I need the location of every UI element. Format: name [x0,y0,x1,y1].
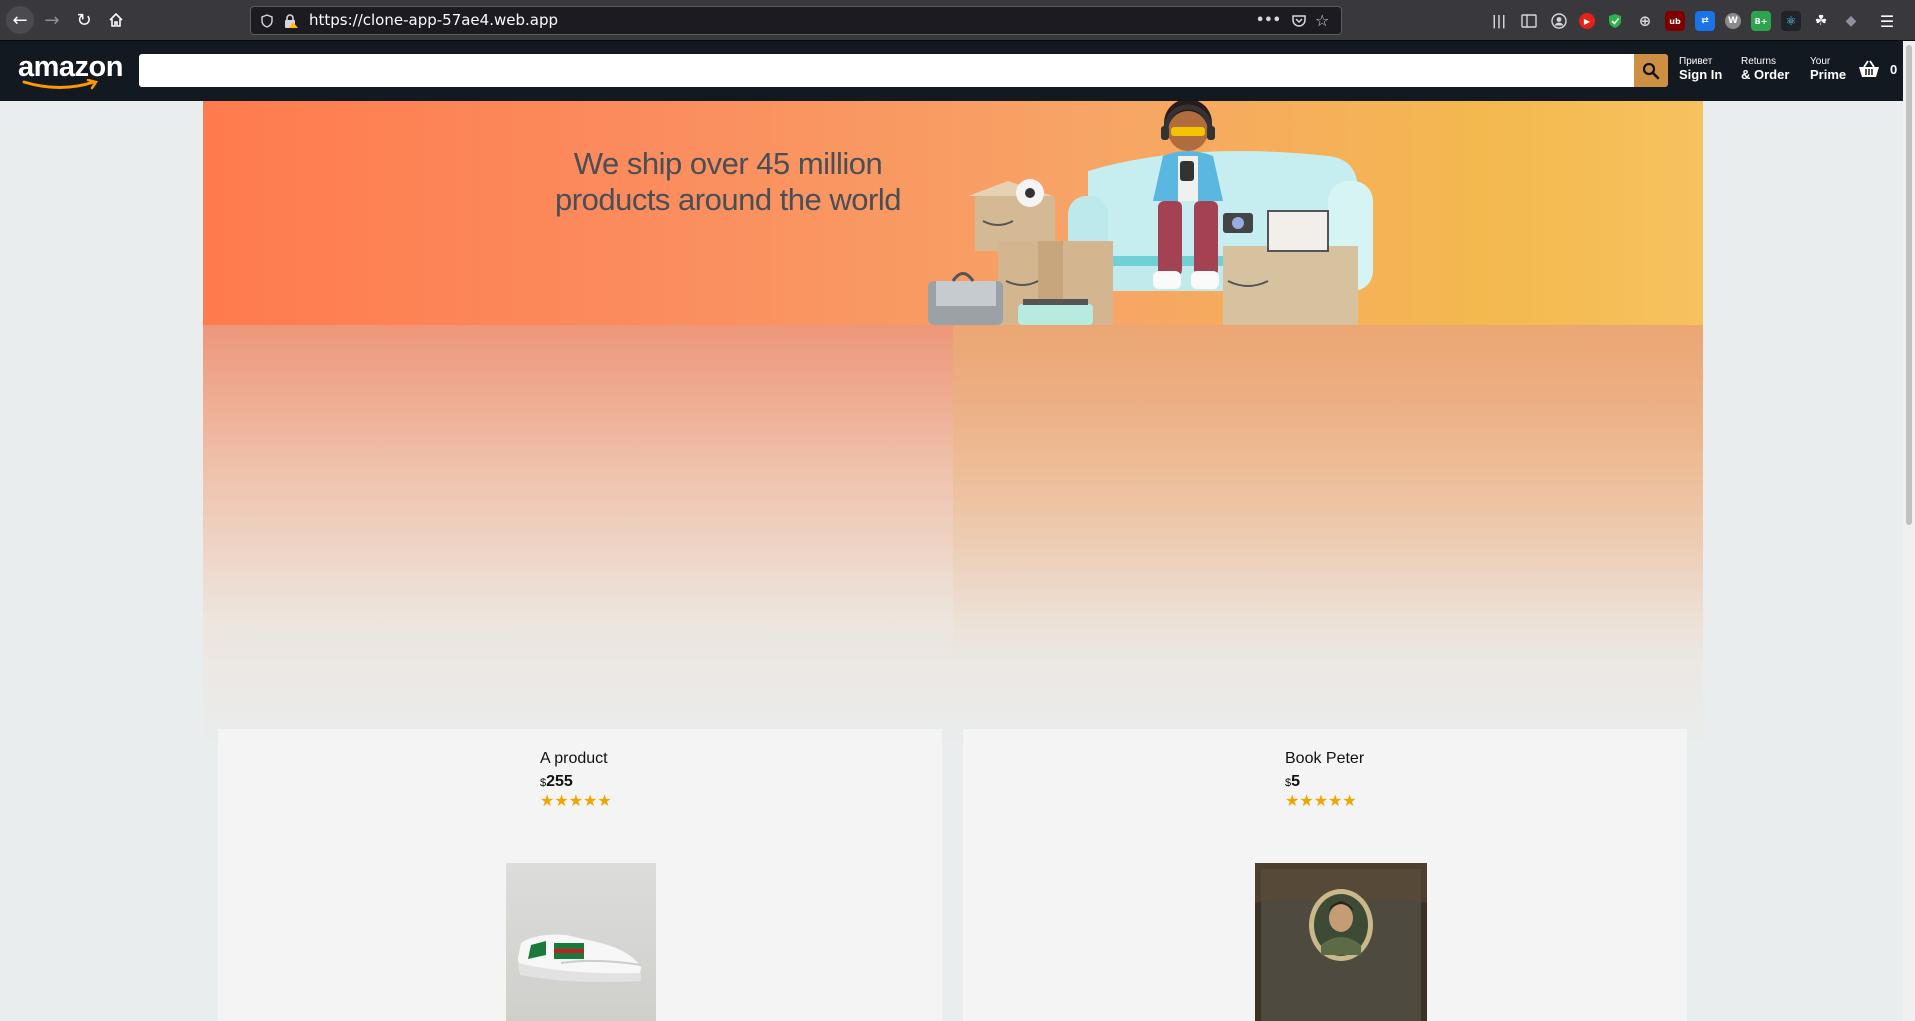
header-option-returns-orders[interactable]: Returns & Order [1741,56,1789,83]
basket-count: 0 [1890,61,1898,77]
product-price: $5 [1285,773,1364,792]
hero-banner[interactable]: We ship over 45 million products around … [203,101,1703,325]
gnome-icon[interactable]: ☘ [1811,11,1831,31]
header-option-prime[interactable]: Your Prime [1810,56,1846,83]
star-icon: ★ [1299,791,1314,810]
hero-fade-right [953,325,1703,745]
star-icon: ★ [1328,791,1343,810]
star-icon: ★ [554,791,569,810]
translate-icon[interactable]: ⇄ [1695,11,1715,31]
page-scrollbar[interactable] [1903,41,1915,1021]
youtube-icon[interactable]: ▶ [1579,13,1595,29]
react-icon[interactable]: ⚛ [1781,11,1801,31]
product-info: A product $255 ★ ★ ★ ★ ★ [540,749,612,809]
forward-button[interactable]: → [38,6,66,34]
bplus-icon[interactable]: B+ [1751,11,1771,31]
product-rating: ★ ★ ★ ★ ★ [540,793,612,809]
basket-button[interactable]: 0 [1858,59,1897,79]
ublock-icon[interactable]: ub [1665,11,1685,31]
search-button[interactable] [1634,54,1668,87]
shopping-basket-icon [1859,60,1879,77]
hero-title-line1: We ship over 45 million [573,146,883,181]
product-price: $255 [540,773,612,792]
product-card: Book Peter $5 ★ ★ ★ ★ ★ [963,729,1687,1021]
amazon-smile-icon [22,79,99,90]
w-icon[interactable]: W [1725,13,1741,29]
back-button[interactable]: ← [6,6,34,34]
header-option-sign-in[interactable]: Привет Sign In [1679,56,1722,83]
greeting-label: Привет [1679,56,1713,67]
arrow-left-icon: ← [12,9,28,31]
hero-title-line2: products around the world [555,182,901,217]
home-button[interactable] [102,6,130,34]
insecure-lock-icon[interactable] [283,13,299,29]
star-icon: ★ [540,791,555,810]
reload-icon: ↻ [76,9,92,31]
product-rating: ★ ★ ★ ★ ★ [1285,793,1364,809]
sign-in-label: Sign In [1679,67,1723,82]
home-icon [109,12,123,27]
price-value: 5 [1291,773,1301,790]
star-icon: ★ [1342,791,1357,810]
star-icon: ★ [583,791,598,810]
bookmark-star-icon[interactable]: ☆ [1315,7,1329,34]
orders-label: & Order [1741,67,1790,82]
book-cover-image[interactable] [1255,863,1427,1021]
returns-label: Returns [1741,56,1777,67]
star-icon: ★ [568,791,584,810]
sidebar-icon[interactable] [1519,11,1539,31]
site-header: amazon Привет Sign In Returns & Order Yo… [0,41,1903,101]
account-icon[interactable] [1549,11,1569,31]
reload-button[interactable]: ↻ [70,6,98,34]
page-actions-menu-icon[interactable]: ••• [1256,7,1281,34]
hero-illustration [928,101,1373,325]
pocket-icon[interactable] [1291,13,1307,29]
extension-toolbar: ||| ▶ ⊕ ub ⇄ W B+ ⚛ ☘ ◆ ☰ [1489,11,1897,31]
product-info: Book Peter $5 ★ ★ ★ ★ ★ [1285,749,1364,809]
star-icon: ★ [1313,791,1329,810]
address-bar[interactable]: https://clone-app-57ae4.web.app ••• ☆ [250,6,1342,35]
shield-icon[interactable] [1605,11,1625,31]
star-icon: ★ [1285,791,1300,810]
home-page: We ship over 45 million products around … [203,101,1703,1021]
prime-label: Prime [1810,67,1847,82]
your-label: Your [1810,56,1831,67]
search-icon [1642,62,1660,79]
scrollbar-thumb[interactable] [1906,45,1912,525]
star-icon: ★ [597,791,612,810]
price-value: 255 [546,773,573,790]
product-title[interactable]: A product [540,749,612,769]
arrow-right-icon: → [44,9,60,31]
cube-icon[interactable]: ◆ [1841,11,1861,31]
hamburger-menu-icon[interactable]: ☰ [1877,11,1897,31]
tracking-shield-icon[interactable] [261,14,273,28]
browser-toolbar: ← → ↻ https://clone-app-57ae4.web.app ••… [0,0,1915,41]
library-icon[interactable]: ||| [1489,11,1509,31]
product-card: A product $255 ★ ★ ★ ★ ★ [218,729,942,1021]
search-input[interactable] [139,54,1634,87]
white-sneaker-image[interactable] [506,863,656,1021]
url-text: https://clone-app-57ae4.web.app [309,11,558,29]
product-title[interactable]: Book Peter [1285,749,1364,769]
globe-icon[interactable]: ⊕ [1635,11,1655,31]
